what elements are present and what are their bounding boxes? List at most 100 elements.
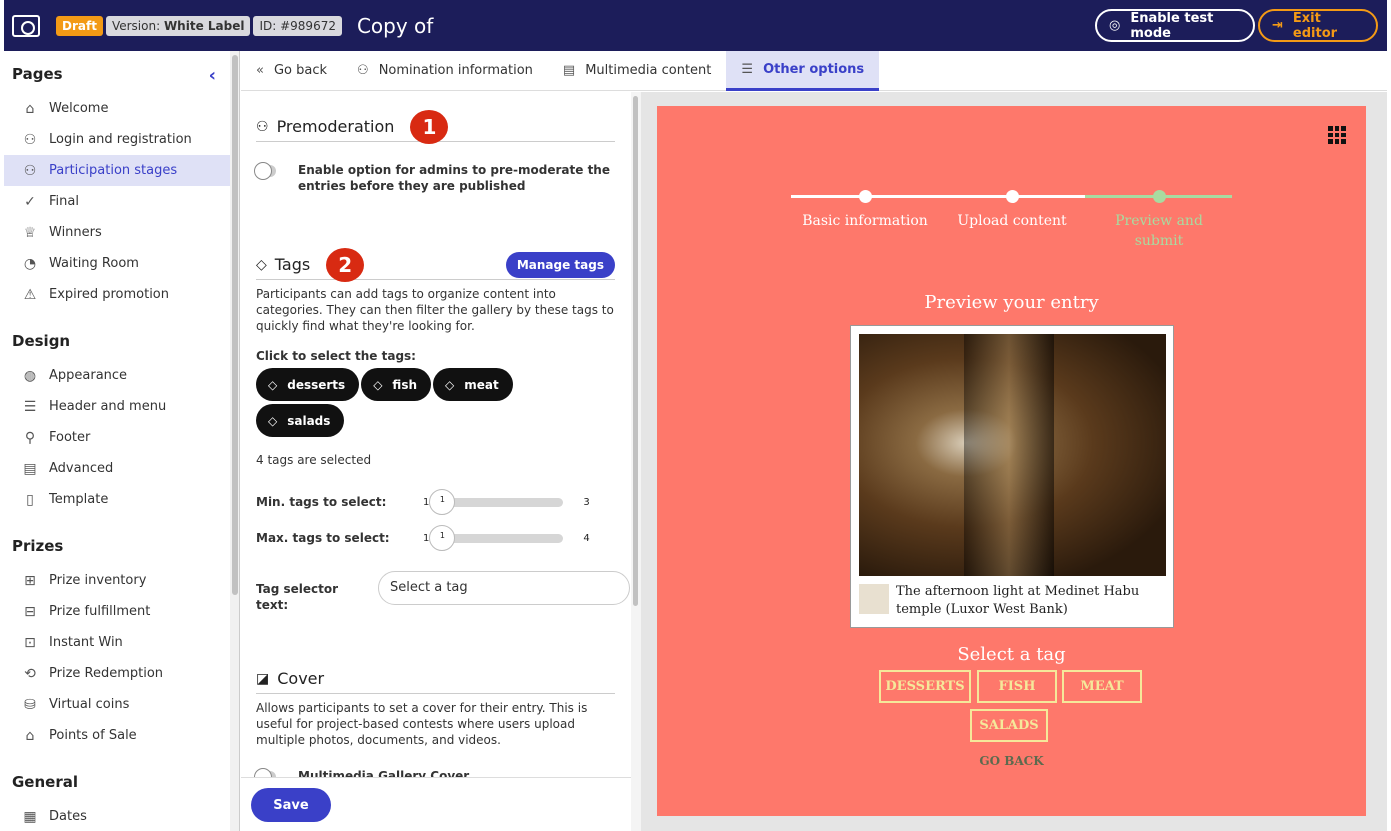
- avatar: [859, 584, 889, 614]
- id-badge: ID: #989672: [253, 15, 342, 36]
- sidebar-item[interactable]: ⚇ Login and registration: [4, 124, 230, 155]
- tab-icon: ⚇: [357, 63, 369, 78]
- step-marker: 2: [326, 247, 365, 282]
- sidebar-item-icon: ⚠: [23, 286, 37, 303]
- tab[interactable]: ▤ Multimedia content: [548, 51, 726, 91]
- tab[interactable]: «Go back: [241, 51, 342, 91]
- tag-chip[interactable]: ◇ salads: [256, 404, 345, 437]
- tab[interactable]: ⚇ Nomination information: [342, 51, 548, 91]
- sidebar-item-icon: ⌂: [25, 100, 35, 117]
- max-tags-slider: Max. tags to select: 1 1 4: [256, 524, 590, 551]
- tag-chip[interactable]: ◇ meat: [433, 368, 513, 401]
- sidebar-item[interactable]: ⛁ Virtual coins: [4, 689, 230, 720]
- sidebar-item[interactable]: ◍ Appearance: [4, 360, 230, 391]
- tag-button[interactable]: MEAT: [1062, 670, 1142, 703]
- premoderation-section: ⚇ Premoderation 1 Enable option for admins…: [254, 109, 615, 194]
- sidebar-item-icon: ⊞: [24, 572, 36, 589]
- step-dot: [1153, 190, 1166, 203]
- sidebar-item-icon: ✓: [24, 193, 36, 210]
- section-title: ◇ Tags 2 Manage tags: [256, 247, 615, 282]
- tag-icon: ◇: [445, 377, 455, 392]
- camera-logo-icon: [12, 14, 40, 37]
- step-label: Preview and submit: [1115, 213, 1203, 249]
- sidebar-item[interactable]: ◔ Waiting Room: [4, 248, 230, 279]
- step-label: Upload content: [957, 213, 1067, 229]
- enable-test-mode-button[interactable]: ◎ Enable test mode: [1095, 9, 1255, 42]
- cover-section: ◪ Cover Allows participants to set a cove…: [254, 664, 615, 777]
- sidebar-item-icon: ◍: [23, 367, 37, 384]
- tag-button[interactable]: SALADS: [970, 709, 1048, 742]
- panel-scrollbar[interactable]: [631, 92, 641, 831]
- sidebar-section-title: Pages ‹: [12, 65, 216, 87]
- sidebar-item-icon: ⚇: [23, 131, 37, 148]
- exit-editor-button[interactable]: ⇥ Exit editor: [1258, 9, 1378, 42]
- sidebar-section-title: Design: [12, 332, 71, 350]
- slider-handle[interactable]: 1: [429, 488, 456, 515]
- grid-menu-icon[interactable]: [1328, 126, 1346, 144]
- sidebar-item[interactable]: ⌂ Points of Sale: [4, 720, 230, 751]
- tab-icon: «: [256, 63, 264, 78]
- sidebar-item[interactable]: ⚲ Footer: [4, 422, 230, 453]
- step-marker: 1: [410, 109, 449, 144]
- sidebar-item[interactable]: ✓ Final: [4, 186, 230, 217]
- section-title: ◪ Cover: [256, 664, 615, 694]
- version-badge: Version: White Label: [105, 15, 251, 36]
- tag-chip[interactable]: ◇ desserts: [256, 368, 360, 401]
- sidebar-item[interactable]: ⚇ Participation stages: [4, 155, 230, 186]
- sidebar-item[interactable]: ☰ Header and menu: [4, 391, 230, 422]
- sidebar-item-icon: ♕: [23, 224, 37, 241]
- preview-card: Basic information Upload content Preview a…: [657, 106, 1366, 816]
- progress-line: [791, 195, 1085, 198]
- preview-area: Basic information Upload content Preview a…: [641, 92, 1387, 831]
- sidebar-item[interactable]: ⌂ Welcome: [4, 93, 230, 124]
- sidebar-item[interactable]: ⚠ Expired promotion: [4, 279, 230, 310]
- sidebar-item-icon: ⚇: [23, 162, 37, 179]
- tag-icon: ◇: [373, 377, 383, 392]
- tab-icon: ☰: [741, 61, 754, 77]
- eye-icon: ◎: [1109, 18, 1121, 33]
- top-bar: Draft Version: White Label ID: #989672 C…: [4, 0, 1387, 51]
- premoderation-toggle[interactable]: [254, 162, 276, 180]
- project-title: Copy of: [356, 13, 434, 38]
- tag-chips: ◇ desserts ◇ fish ◇ meat ◇ salads: [256, 368, 556, 440]
- sidebar-item[interactable]: ⊟ Prize fulfillment: [4, 596, 230, 627]
- sidebar-item-icon: ▤: [23, 460, 37, 477]
- save-button[interactable]: Save: [251, 788, 331, 822]
- sidebar-item[interactable]: ⊞ Prize inventory: [4, 565, 230, 596]
- settings-panel: ⚇ Premoderation 1 Enable option for admins…: [241, 92, 631, 777]
- entry-photo: [859, 334, 1166, 576]
- sidebar-item[interactable]: ⟲ Prize Redemption: [4, 658, 230, 689]
- tab[interactable]: ☰ Other options: [726, 50, 880, 91]
- section-title: ⚇ Premoderation 1: [256, 109, 615, 144]
- step-dot: [859, 190, 872, 203]
- sidebar-item[interactable]: ▯ Template: [4, 484, 230, 515]
- sidebar-item-icon: ▦: [23, 808, 37, 825]
- go-back-link[interactable]: GO BACK: [657, 754, 1366, 768]
- tags-section: ◇ Tags 2 Manage tags Participants can add t…: [256, 247, 615, 468]
- exit-icon: ⇥: [1272, 18, 1283, 33]
- collapse-chevron-icon[interactable]: ‹: [209, 65, 216, 87]
- select-tag-heading: Select a tag: [957, 644, 1066, 665]
- image-icon: ◪: [256, 670, 270, 687]
- manage-tags-button[interactable]: Manage tags: [505, 252, 615, 278]
- sidebar-item-icon: ⌂: [25, 727, 35, 744]
- draft-badge: Draft: [56, 15, 103, 36]
- footer-bar: Save: [241, 777, 631, 831]
- sidebar-item[interactable]: ▦ Dates: [4, 801, 230, 831]
- sidebar-item[interactable]: ▤ Advanced: [4, 453, 230, 484]
- sidebar-item-icon: ◔: [23, 255, 37, 272]
- slider-handle[interactable]: 1: [429, 524, 456, 551]
- sidebar-scrollbar[interactable]: [230, 51, 240, 831]
- sidebar-item-icon: ⚲: [24, 429, 36, 446]
- tag-selector-input[interactable]: Select a tag: [378, 571, 630, 605]
- tag-icon: ◇: [268, 377, 278, 392]
- tag-chip[interactable]: ◇ fish: [361, 368, 432, 401]
- sidebar-item-icon: ⊡: [24, 634, 36, 651]
- sidebar-item-icon: ⟲: [24, 665, 36, 682]
- sidebar-item[interactable]: ♕ Winners: [4, 217, 230, 248]
- sidebar-item-icon: ⊟: [24, 603, 36, 620]
- tag-button[interactable]: DESSERTS: [879, 670, 971, 703]
- sidebar-item[interactable]: ⊡ Instant Win: [4, 627, 230, 658]
- tag-button[interactable]: FISH: [977, 670, 1057, 703]
- tab-bar: «Go back ⚇ Nomination information ▤ Multimed…: [241, 50, 1387, 91]
